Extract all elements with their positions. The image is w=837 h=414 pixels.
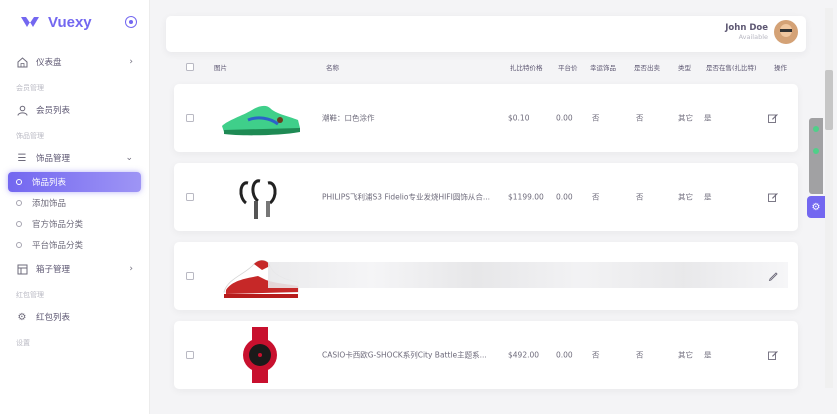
circle-icon [16,242,22,248]
circle-icon [16,221,22,227]
sidebar-item-item-mgmt[interactable]: ☰ 饰品管理 ⌄ [8,146,141,170]
on-sale: 是 [704,192,712,202]
lucky-flag: 否 [592,350,600,360]
column-header: 名称 [326,64,339,72]
platform-price: 0.00 [556,350,573,360]
column-header: 是否出卖 [634,64,660,72]
row-checkbox[interactable] [186,272,194,280]
on-sale: 是 [704,350,712,360]
circle-icon [16,179,22,185]
box-icon [16,263,28,275]
column-header: 平台价 [558,64,578,72]
table-row[interactable]: 潮鞋：口色涂作 $0.10 0.00 否 否 其它 是 [174,84,798,152]
column-header: 图片 [214,64,227,72]
section-items: 饰品管理 [16,132,44,140]
type: 其它 [678,192,693,202]
sidebar-item-label: 饰品管理 [36,154,71,164]
column-header: 幸运饰品 [590,64,616,72]
user-status: Available [738,33,768,41]
scrollbar[interactable] [825,8,833,388]
on-sale: 是 [704,113,712,123]
lucky-flag: 否 [592,192,600,202]
sidebar-item-redpacket-list[interactable]: ⚙ 红包列表 [8,305,141,329]
type: 其它 [678,113,693,123]
sell-flag: 否 [636,350,644,360]
sell-flag: 否 [636,113,644,123]
sidebar-sub-add-item[interactable]: 添加饰品 [8,193,141,213]
home-icon [16,56,28,68]
sidebar: Vuexy 仪表盘 › 会员管理 会员列表 饰品管理 ☰ 饰品管理 ⌄ 饰品列表… [0,0,150,414]
chevron-down-icon: ⌄ [125,153,133,163]
top-navbar: John Doe Available [166,16,806,52]
platform-price: 0.00 [556,192,573,202]
column-header: 扎比特价格 [510,64,543,72]
settings-icon[interactable]: ⚙ [807,196,825,218]
type: 其它 [678,350,693,360]
circle-icon [16,200,22,206]
sidebar-item-label: 红包列表 [36,313,71,323]
product-image [243,327,277,383]
product-image [239,179,277,219]
row-checkbox[interactable] [186,351,194,359]
avatar[interactable] [774,20,798,44]
heart-logo-icon [21,17,39,27]
select-all-checkbox[interactable] [186,63,194,71]
sidebar-item-member-list[interactable]: 会员列表 [8,98,141,122]
platform-price: 0.00 [556,113,573,123]
scrollbar-thumb[interactable] [825,70,833,130]
row-checkbox[interactable] [186,193,194,201]
row-checkbox[interactable] [186,114,194,122]
user-menu[interactable]: John Doe Available [725,20,798,44]
edit-icon[interactable] [768,350,778,360]
user-name: John Doe [725,23,768,33]
sidebar-item-dashboard[interactable]: 仪表盘 › [8,50,141,74]
sidebar-sub-item-list[interactable]: 饰品列表 [8,172,141,192]
sidebar-sub-platform-category[interactable]: 平台饰品分类 [8,235,141,255]
gift-icon: ⚙ [17,311,27,323]
status-dot [813,126,819,132]
column-header: 类型 [678,64,691,72]
price: $492.00 [508,350,540,360]
column-header: 是否在售(扎比特) [706,64,757,72]
list-icon: ☰ [17,152,27,164]
product-name: CASIO卡西欧G-SHOCK系列City Battle主题系... [322,350,487,360]
sidebar-item-label: 会员列表 [36,106,71,116]
sell-flag: 否 [636,192,644,202]
table-row[interactable]: CASIO卡西欧G-SHOCK系列City Battle主题系... $492.… [174,321,798,389]
lucky-flag: 否 [592,113,600,123]
edit-icon[interactable] [768,113,778,123]
product-image [222,105,300,136]
column-header: 操作 [774,64,787,72]
section-redpacket: 红包管理 [16,291,44,299]
sidebar-item-box-mgmt[interactable]: 箱子管理 › [8,257,141,281]
table-row[interactable]: PHILIPS飞利浦S3 Fidelio专业发烧HIFI圆饰从合... $119… [174,163,798,231]
edit-icon[interactable] [768,192,778,202]
section-settings: 设置 [16,339,30,347]
blurred-overlay [268,262,788,288]
user-icon [16,104,28,116]
table-row[interactable] [174,242,798,310]
sidebar-sub-official-category[interactable]: 官方饰品分类 [8,214,141,234]
section-members: 会员管理 [16,84,44,92]
pin-icon[interactable] [125,16,137,28]
sidebar-item-label: 仪表盘 [36,58,62,68]
edit-icon[interactable] [768,271,778,281]
brand-title: Vuexy [48,13,92,31]
brand[interactable]: Vuexy [0,0,149,44]
chevron-right-icon: › [129,57,133,67]
side-widget[interactable] [809,118,823,194]
table-header: 图片 名称 扎比特价格 平台价 幸运饰品 是否出卖 类型 是否在售(扎比特) 操… [166,56,806,78]
price: $1199.00 [508,192,544,202]
sidebar-sub-label: 平台饰品分类 [32,241,84,251]
sidebar-item-label: 箱子管理 [36,265,71,275]
status-dot [813,148,819,154]
price: $0.10 [508,113,530,123]
sidebar-sub-label: 官方饰品分类 [32,220,84,230]
chevron-right-icon: › [129,264,133,274]
product-name: PHILIPS飞利浦S3 Fidelio专业发烧HIFI圆饰从合... [322,192,490,202]
sidebar-sub-label: 饰品列表 [32,178,67,188]
product-name: 潮鞋：口色涂作 [322,113,375,123]
sidebar-sub-label: 添加饰品 [32,199,67,209]
